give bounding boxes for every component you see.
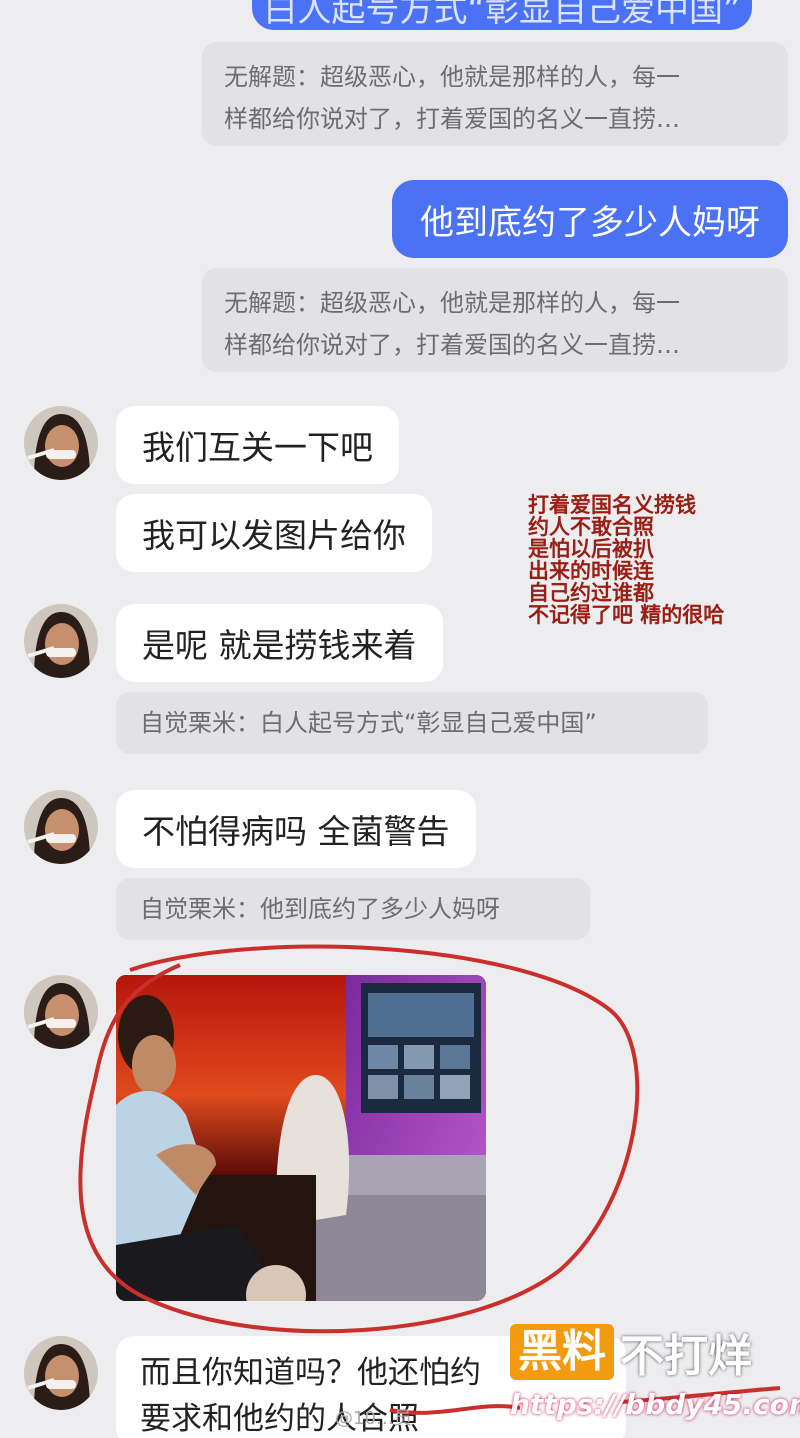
received-message-text: 是呢 就是捞钱来着 xyxy=(142,626,417,665)
sent-message-text: 他到底约了多少人妈呀 xyxy=(420,202,760,243)
quoted-message[interactable]: 无解题：超级恶心，他就是那样的人，每一 样都给你说对了，打着爱国的名义一直捞… xyxy=(202,268,788,372)
sent-message-partial[interactable]: 白人起号方式“彰显自己爱中国” xyxy=(252,0,752,30)
contact-avatar[interactable] xyxy=(24,1336,98,1410)
received-message[interactable]: 我可以发图片给你 xyxy=(116,494,432,572)
received-message[interactable]: 不怕得病吗 全菌警告 xyxy=(116,790,476,868)
watermark-text: 不打烊 xyxy=(620,1331,752,1382)
contact-avatar[interactable] xyxy=(24,604,98,678)
received-message[interactable]: 我们互关一下吧 xyxy=(116,406,399,484)
quoted-message[interactable]: 自觉栗米：白人起号方式“彰显自己爱中国” xyxy=(116,692,708,754)
watermark-url: https://bbdy45.com xyxy=(510,1388,800,1421)
quoted-text: 自觉栗米：白人起号方式“彰显自己爱中国” xyxy=(140,709,597,737)
annotation-line: 约人不敢合照 xyxy=(528,515,654,539)
annotation-line: 是怕以后被扒 xyxy=(528,537,654,561)
quoted-text-line2: 样都给你说对了，打着爱国的名义一直捞… xyxy=(224,105,680,133)
handwritten-annotation: 打着爱国名义捞钱 约人不敢合照 是怕以后被扒 出来的时候连 自己约过谁都 不记得… xyxy=(528,494,724,626)
quoted-text-line1: 无解题：超级恶心，他就是那样的人，每一 xyxy=(224,289,680,317)
annotation-line: 出来的时候连 xyxy=(528,559,654,583)
quoted-message[interactable]: 无解题：超级恶心，他就是那样的人，每一 样都给你说对了，打着爱国的名义一直捞… xyxy=(202,42,788,146)
received-message-text: 不怕得病吗 全菌警告 xyxy=(142,812,450,851)
watermark-box-text: 黑料 xyxy=(510,1324,614,1380)
image-message[interactable] xyxy=(116,975,486,1301)
contact-avatar[interactable] xyxy=(24,790,98,864)
site-watermark: 黑料 不打烊 https://bbdy45.com xyxy=(510,1320,800,1430)
quoted-text-line2: 样都给你说对了，打着爱国的名义一直捞… xyxy=(224,331,680,359)
received-message-text: 我们互关一下吧 xyxy=(142,428,373,467)
sent-message[interactable]: 他到底约了多少人妈呀 xyxy=(392,180,788,258)
annotation-line: 打着爱国名义捞钱 xyxy=(528,493,696,517)
quoted-text-line1: 无解题：超级恶心，他就是那样的人，每一 xyxy=(224,63,680,91)
sent-message-partial-text: 白人起号方式“彰显自己爱中国” xyxy=(263,0,741,30)
quoted-text: 自觉栗米：他到底约了多少人妈呀 xyxy=(140,895,500,923)
annotation-line: 不记得了吧 精的很哈 xyxy=(528,603,725,627)
received-message-text: 我可以发图片给你 xyxy=(142,516,406,555)
weibo-watermark: @10…员 xyxy=(335,1408,412,1429)
received-message[interactable]: 是呢 就是捞钱来着 xyxy=(116,604,443,682)
annotation-line: 自己约过谁都 xyxy=(528,581,654,605)
quoted-message[interactable]: 自觉栗米：他到底约了多少人妈呀 xyxy=(116,878,590,940)
contact-avatar[interactable] xyxy=(24,975,98,1049)
contact-avatar[interactable] xyxy=(24,406,98,480)
